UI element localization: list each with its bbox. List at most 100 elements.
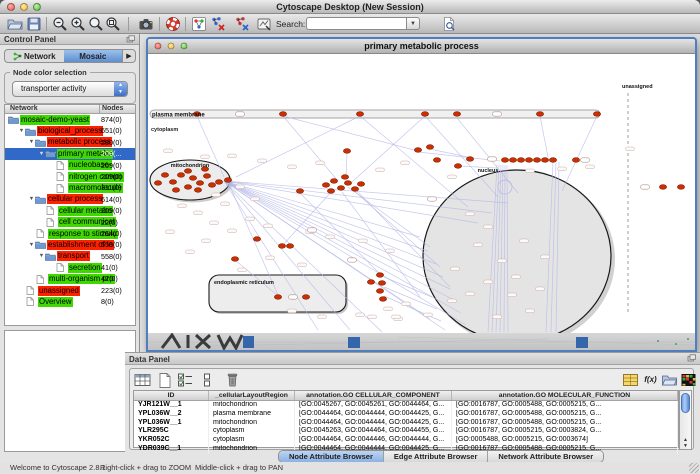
zoom-in-icon[interactable]	[70, 16, 86, 32]
tree-row-mosaic-demo-yeast[interactable]: mosaic-demo-yeast874(0)	[5, 114, 135, 125]
tree-row-macromolecule[interactable]: macromolecule311(0)	[5, 182, 135, 193]
copy-network-attrs-icon[interactable]	[210, 16, 226, 32]
network-node[interactable]	[659, 185, 666, 190]
tree-row-multi-organism-pro[interactable]: multi-organism pro42(0)	[5, 273, 135, 284]
nucleus-region[interactable]	[423, 170, 611, 333]
table-row[interactable]: YJR121W__1mitochondrion[GO:0045267, GO:0…	[134, 401, 678, 410]
copy-node-attrs-icon[interactable]	[234, 16, 250, 32]
network-node[interactable]	[253, 237, 260, 242]
table-column-header[interactable]: annotation.GO MOLECULAR_FUNCTION	[452, 391, 678, 400]
tree-row-transport[interactable]: ▼transport558(0)	[5, 251, 135, 262]
network-node[interactable]	[533, 158, 540, 163]
tree-row-cell-communicat[interactable]: cell communicat22(0)	[5, 217, 135, 228]
disclosure-triangle-icon[interactable]: ▼	[38, 253, 45, 259]
selection-handle[interactable]	[576, 337, 588, 348]
network-node[interactable]	[177, 173, 184, 178]
selection-handle[interactable]	[243, 336, 254, 348]
trash-icon[interactable]	[224, 372, 241, 388]
tree-row-cellular-metabo[interactable]: cellular metabo209(0)	[5, 205, 135, 216]
network-node[interactable]	[593, 112, 600, 117]
network-node[interactable]	[378, 281, 385, 286]
network-node-unfilled[interactable]	[348, 258, 357, 262]
table-row[interactable]: YPL036W__1mitochondrion[GO:0044464, GO:0…	[134, 419, 678, 428]
function-builder-icon[interactable]: f(x)	[642, 372, 659, 388]
network-node[interactable]	[517, 158, 524, 163]
network-node[interactable]	[231, 257, 238, 262]
network-node[interactable]	[549, 158, 556, 163]
vizmapper-icon[interactable]	[256, 16, 272, 32]
table-row[interactable]: YPL036W__2plasma membrane[GO:0044464, GO…	[134, 410, 678, 419]
network-node[interactable]	[501, 158, 508, 163]
tree-row-unassigned[interactable]: unassigned223(0)	[5, 285, 135, 296]
open-file-icon[interactable]	[7, 16, 23, 32]
network-node[interactable]	[215, 180, 222, 185]
network-node[interactable]	[466, 157, 473, 162]
tree-row-nucleobase-[interactable]: nucleobase-209(0)	[5, 160, 135, 171]
network-node[interactable]	[433, 158, 440, 163]
network-node[interactable]	[327, 189, 334, 194]
network-node[interactable]	[341, 175, 348, 180]
disclosure-triangle-icon[interactable]: ▼	[18, 128, 25, 134]
tab-mosaic[interactable]: Mosaic	[64, 50, 123, 62]
network-node[interactable]	[203, 174, 210, 179]
table-column-header[interactable]: ID	[134, 391, 209, 400]
resize-grip[interactable]	[689, 463, 699, 473]
tree-row-secretion[interactable]: secretion41(0)	[5, 262, 135, 273]
attribute-grid-icon[interactable]	[134, 372, 151, 388]
network-node[interactable]	[426, 145, 433, 150]
disclosure-triangle-icon[interactable]: ▼	[28, 196, 35, 202]
zoom-out-icon[interactable]	[52, 16, 68, 32]
network-node[interactable]	[196, 181, 203, 186]
tab-network-attribute-browser[interactable]: Network Attribute Browser	[488, 451, 603, 462]
network-node[interactable]	[376, 289, 383, 294]
tree-row-nitrogen-compo[interactable]: nitrogen compo209(0)	[5, 171, 135, 182]
tree-column-network[interactable]: Network	[10, 105, 38, 112]
network-node[interactable]	[224, 178, 231, 183]
network-node[interactable]	[154, 181, 161, 186]
network-node-unfilled[interactable]	[493, 112, 502, 116]
tab-network[interactable]: Network	[5, 50, 64, 62]
tab-overflow-arrow[interactable]: ▶	[122, 50, 135, 62]
tree-row-primary-metabo[interactable]: ▼primary metabo209(...	[5, 148, 135, 159]
tree-row-metabolic-process[interactable]: ▼metabolic process280(0)	[5, 137, 135, 148]
network-node-unfilled[interactable]	[581, 158, 590, 162]
network-node[interactable]	[421, 112, 428, 117]
network-node[interactable]	[322, 183, 329, 188]
disclosure-triangle-icon[interactable]: ▼	[28, 139, 35, 145]
network-node[interactable]	[161, 173, 168, 178]
network-node[interactable]	[541, 158, 548, 163]
open-folder-icon[interactable]	[661, 372, 678, 388]
unselect-attributes-icon[interactable]	[200, 372, 212, 388]
tree-row-response-to-stimulu[interactable]: response to stimulu264(0)	[5, 228, 135, 239]
network-node[interactable]	[184, 185, 191, 190]
zoom-selected-icon[interactable]	[88, 16, 104, 32]
table-scrollbar[interactable]: ▲▼	[679, 390, 692, 450]
tree-row-biological-process[interactable]: ▼biological_process651(0)	[5, 125, 135, 136]
network-node[interactable]	[208, 183, 215, 188]
network-node-unfilled[interactable]	[308, 228, 317, 232]
network-node[interactable]	[274, 295, 281, 300]
tree-row-cellular-process[interactable]: ▼cellular process614(0)	[5, 194, 135, 205]
network-node[interactable]	[454, 164, 461, 169]
table-row[interactable]: YKR052Ccytoplasm[GO:0044464, GO:0044446,…	[134, 436, 678, 445]
network-icon[interactable]	[191, 16, 207, 32]
network-node-unfilled[interactable]	[488, 157, 497, 161]
selection-handle[interactable]	[348, 337, 360, 348]
network-node[interactable]	[351, 187, 358, 192]
network-window-titlebar[interactable]: primary metabolic process	[148, 39, 695, 54]
table-column-header[interactable]: _cellularLayoutRegion	[209, 391, 295, 400]
select-attributes-icon[interactable]	[177, 372, 194, 388]
tree-column-nodes[interactable]: Nodes	[102, 105, 123, 112]
tab-edge-attribute-browser[interactable]: Edge Attribute Browser	[384, 451, 488, 462]
heatmap-icon[interactable]	[680, 372, 697, 388]
network-node[interactable]	[172, 188, 179, 193]
network-node[interactable]	[296, 189, 303, 194]
network-node[interactable]	[169, 180, 176, 185]
disclosure-triangle-icon[interactable]: ▼	[28, 242, 35, 248]
network-node-unfilled[interactable]	[289, 295, 298, 299]
new-attribute-icon[interactable]	[156, 372, 173, 388]
network-node[interactable]	[525, 158, 532, 163]
network-node[interactable]	[194, 188, 201, 193]
snapshot-camera-icon[interactable]	[138, 16, 154, 32]
network-node[interactable]	[184, 169, 191, 174]
